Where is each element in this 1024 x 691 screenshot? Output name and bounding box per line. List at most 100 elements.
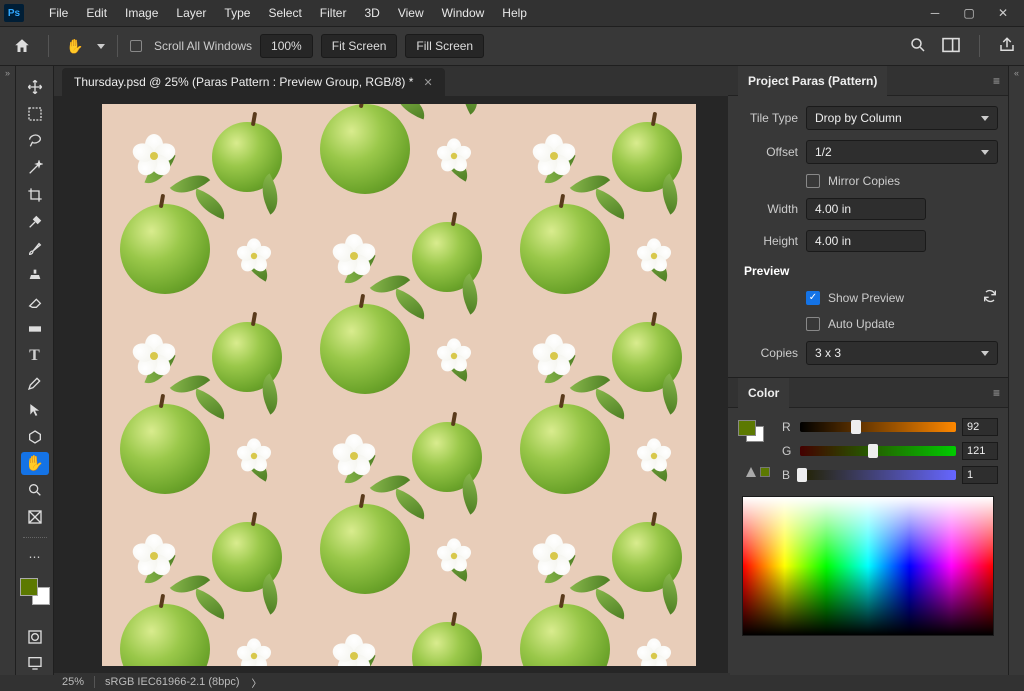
pattern-panel: Tile Type Drop by Column Offset 1/2 Mirr… xyxy=(728,96,1008,377)
crop-tool[interactable] xyxy=(21,183,49,206)
edit-toolbar-button[interactable]: ⋯ xyxy=(21,546,49,569)
panel-menu-icon[interactable]: ≡ xyxy=(993,74,1000,88)
gamut-warning-icon[interactable] xyxy=(745,466,770,478)
eyedropper-tool[interactable] xyxy=(21,210,49,233)
divider xyxy=(48,35,49,57)
zoom-100-button[interactable]: 100% xyxy=(260,34,313,58)
fill-screen-button[interactable]: Fill Screen xyxy=(405,34,484,58)
divider xyxy=(117,35,118,57)
tools-panel: T ✋ ⋯ xyxy=(16,66,54,675)
menu-edit[interactable]: Edit xyxy=(77,2,116,24)
menu-view[interactable]: View xyxy=(389,2,433,24)
menu-3d[interactable]: 3D xyxy=(355,2,388,24)
chevron-down-icon xyxy=(981,351,989,356)
gradient-tool[interactable] xyxy=(21,318,49,341)
r-slider[interactable] xyxy=(800,422,956,432)
canvas[interactable] xyxy=(102,104,696,666)
minimize-button[interactable]: ─ xyxy=(918,0,952,26)
color-swatches[interactable] xyxy=(20,578,50,604)
menu-layer[interactable]: Layer xyxy=(167,2,215,24)
hand-tool-indicator[interactable] xyxy=(61,33,89,59)
magic-wand-tool[interactable] xyxy=(21,157,49,180)
menu-help[interactable]: Help xyxy=(493,2,536,24)
artboard-tool[interactable] xyxy=(21,506,49,529)
r-value[interactable]: 92 xyxy=(962,418,998,436)
status-chevron-icon[interactable]: 〉 xyxy=(252,675,262,690)
mirror-copies-checkbox[interactable] xyxy=(806,174,820,188)
search-icon[interactable] xyxy=(909,36,927,57)
document-area: Thursday.psd @ 25% (Paras Pattern : Prev… xyxy=(54,66,728,675)
menu-image[interactable]: Image xyxy=(116,2,167,24)
brush-tool[interactable] xyxy=(21,237,49,260)
share-button[interactable] xyxy=(998,36,1016,57)
g-value[interactable]: 121 xyxy=(962,442,998,460)
hand-tool[interactable]: ✋ xyxy=(21,452,49,475)
quick-mask-toggle[interactable] xyxy=(21,625,49,648)
lasso-tool[interactable] xyxy=(21,130,49,153)
workspace-switcher[interactable] xyxy=(941,37,961,56)
auto-update-checkbox[interactable] xyxy=(806,317,820,331)
foreground-color-swatch[interactable] xyxy=(20,578,38,596)
width-input[interactable]: 4.00 in xyxy=(806,198,926,220)
canvas-viewport[interactable] xyxy=(54,96,728,675)
chevron-down-icon xyxy=(981,116,989,121)
fit-screen-button[interactable]: Fit Screen xyxy=(321,34,398,58)
shape-tool[interactable] xyxy=(21,425,49,448)
pattern-panel-header[interactable]: Project Paras (Pattern) ≡ xyxy=(728,66,1008,96)
color-panel-swatches[interactable] xyxy=(738,420,764,442)
panel-menu-icon[interactable]: ≡ xyxy=(993,386,1000,400)
b-value[interactable]: 1 xyxy=(962,466,998,484)
offset-dropdown[interactable]: 1/2 xyxy=(806,140,998,164)
window-controls: ─ ▢ ✕ xyxy=(918,0,1020,26)
document-tab[interactable]: Thursday.psd @ 25% (Paras Pattern : Prev… xyxy=(62,68,445,96)
menu-window[interactable]: Window xyxy=(433,2,494,24)
menu-select[interactable]: Select xyxy=(259,2,310,24)
tool-preset-dropdown[interactable] xyxy=(97,44,105,49)
refresh-preview-icon[interactable] xyxy=(982,288,998,307)
type-tool[interactable]: T xyxy=(21,345,49,368)
checkbox-icon[interactable] xyxy=(130,40,142,52)
path-select-tool[interactable] xyxy=(21,398,49,421)
menu-filter[interactable]: Filter xyxy=(311,2,356,24)
color-panel-title: Color xyxy=(738,378,789,408)
home-button[interactable] xyxy=(8,32,36,60)
close-window-button[interactable]: ✕ xyxy=(986,0,1020,26)
zoom-tool[interactable] xyxy=(21,479,49,502)
height-label: Height xyxy=(738,234,798,248)
mirror-copies-label: Mirror Copies xyxy=(828,174,900,188)
move-tool[interactable] xyxy=(21,76,49,99)
menu-file[interactable]: File xyxy=(40,2,77,24)
g-slider-row: G 121 xyxy=(782,442,998,460)
collapsed-panel-strip-left[interactable]: » xyxy=(0,66,16,675)
scroll-all-option[interactable]: Scroll All Windows xyxy=(130,39,252,53)
tile-type-dropdown[interactable]: Drop by Column xyxy=(806,106,998,130)
r-slider-row: R 92 xyxy=(782,418,998,436)
right-panel-group: Project Paras (Pattern) ≡ Tile Type Drop… xyxy=(728,66,1008,675)
pen-tool[interactable] xyxy=(21,371,49,394)
screen-mode-toggle[interactable] xyxy=(21,652,49,675)
status-profile[interactable]: sRGB IEC61966-2.1 (8bpc) xyxy=(105,676,240,688)
color-panel-header[interactable]: Color ≡ xyxy=(728,378,1008,408)
options-bar: Scroll All Windows 100% Fit Screen Fill … xyxy=(0,26,1024,66)
menu-type[interactable]: Type xyxy=(215,2,259,24)
clone-stamp-tool[interactable] xyxy=(21,264,49,287)
color-spectrum[interactable] xyxy=(742,496,994,636)
show-preview-checkbox[interactable] xyxy=(806,291,820,305)
b-slider[interactable] xyxy=(800,470,956,480)
maximize-button[interactable]: ▢ xyxy=(952,0,986,26)
main-region: » T ✋ ⋯ Thursday.psd @ 25% (P xyxy=(0,66,1024,675)
marquee-tool[interactable] xyxy=(21,103,49,126)
status-zoom[interactable]: 25% xyxy=(62,676,84,688)
eraser-tool[interactable] xyxy=(21,291,49,314)
fg-swatch[interactable] xyxy=(738,420,756,436)
copies-dropdown[interactable]: 3 x 3 xyxy=(806,341,998,365)
close-tab-icon[interactable]: ✕ xyxy=(423,76,432,89)
b-label: B xyxy=(782,468,794,482)
collapsed-panel-strip-right[interactable]: « xyxy=(1008,66,1024,675)
g-slider[interactable] xyxy=(800,446,956,456)
document-tabs: Thursday.psd @ 25% (Paras Pattern : Prev… xyxy=(54,66,728,96)
menu-bar: File Edit Image Layer Type Select Filter… xyxy=(40,2,536,24)
show-preview-label: Show Preview xyxy=(828,291,904,305)
height-input[interactable]: 4.00 in xyxy=(806,230,926,252)
app-logo: Ps xyxy=(4,4,24,22)
